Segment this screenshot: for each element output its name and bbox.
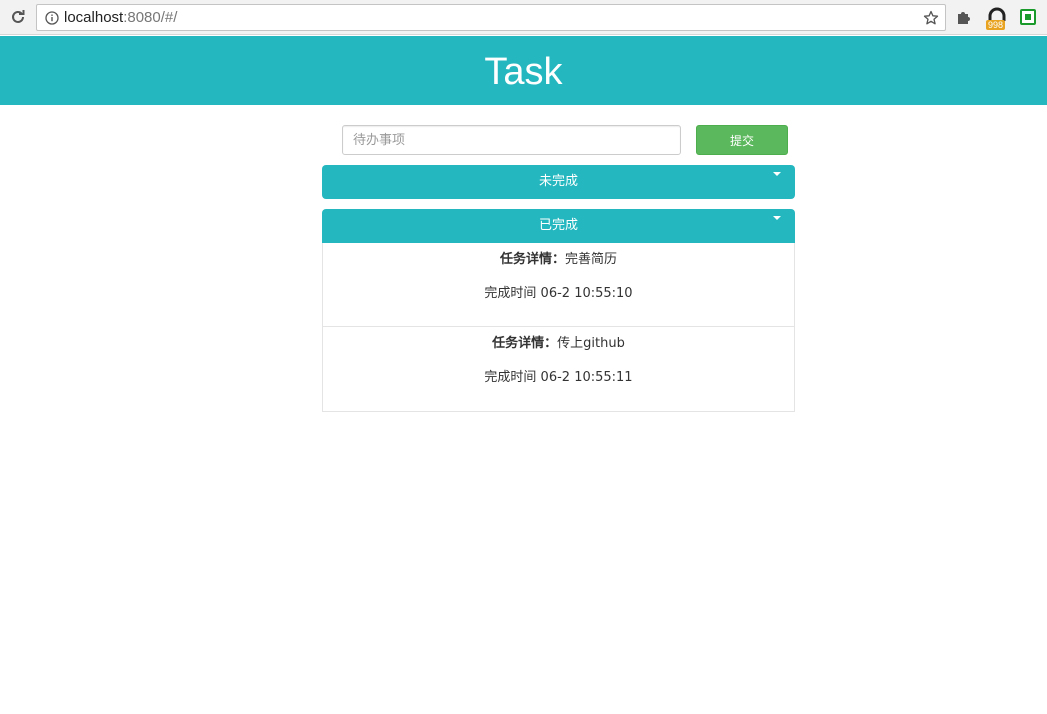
completion-time: 完成时间 06-2 10:55:11 xyxy=(484,370,633,385)
panel-label-todo: 未完成 xyxy=(538,174,578,189)
submit-button[interactable]: 提交 xyxy=(696,125,788,155)
caret-down-icon xyxy=(773,172,781,176)
completion-time: 完成时间 06-2 10:55:10 xyxy=(484,286,633,301)
panel-toggle-todo[interactable]: 未完成 xyxy=(322,165,795,199)
url-host: localhost xyxy=(64,9,124,26)
todo-input[interactable] xyxy=(342,125,681,155)
panel-toggle-done[interactable]: 已完成 xyxy=(322,209,795,243)
url-path: :8080/#/ xyxy=(123,9,178,26)
extension-green-icon[interactable] xyxy=(1020,9,1036,25)
url-text: localhost:8080/#/ xyxy=(64,9,177,26)
reload-icon[interactable] xyxy=(10,9,26,25)
task-detail-value: 完善简历 xyxy=(565,252,618,267)
task-detail-label: 任务详情： xyxy=(499,252,565,267)
bookmark-star-icon[interactable] xyxy=(923,10,939,26)
task-detail: 任务详情：传上github xyxy=(323,327,794,357)
list-item: 任务详情：传上github 完成时间 06-2 10:55:11 xyxy=(323,327,794,411)
panel-label-done: 已完成 xyxy=(538,218,578,233)
page-title: Task xyxy=(484,51,563,93)
task-detail-label: 任务详情： xyxy=(492,336,558,351)
extensions-puzzle-icon[interactable] xyxy=(956,9,972,25)
caret-down-icon xyxy=(773,216,781,220)
list-item: 任务详情：完善简历 完成时间 06-2 10:55:10 xyxy=(323,243,794,327)
app-header: Task xyxy=(0,36,1047,105)
address-bar[interactable]: localhost:8080/#/ xyxy=(36,4,946,31)
done-list: 任务详情：完善简历 完成时间 06-2 10:55:10 任务详情：传上gith… xyxy=(322,243,795,412)
task-detail-value: 传上github xyxy=(557,336,625,351)
browser-toolbar: localhost:8080/#/ 998 xyxy=(0,0,1047,35)
extension-badge-count: 998 xyxy=(986,20,1006,30)
info-icon[interactable] xyxy=(45,11,59,25)
task-detail: 任务详情：完善简历 xyxy=(323,243,794,273)
